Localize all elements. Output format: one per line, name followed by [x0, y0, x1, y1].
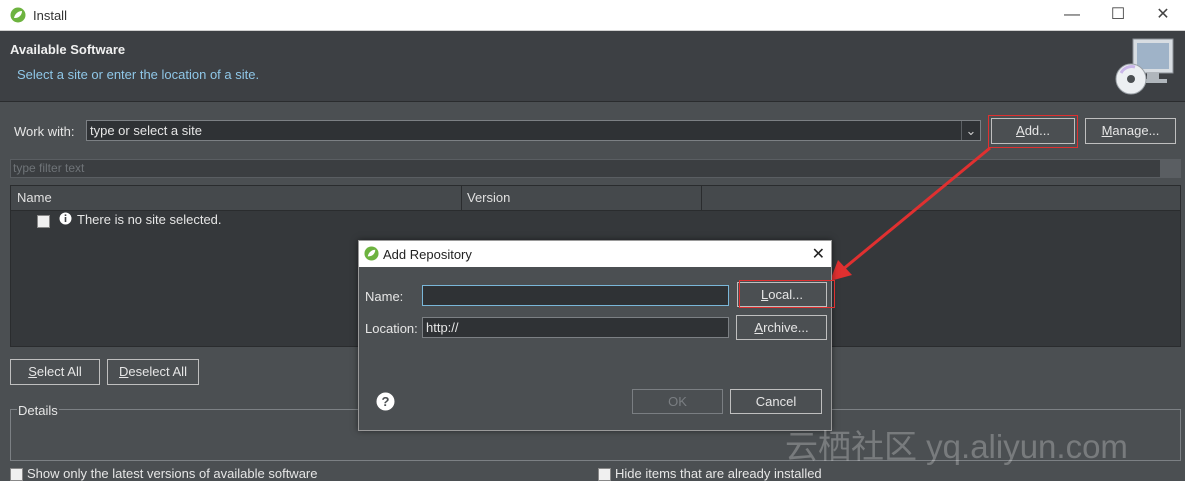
dialog-title: Add Repository	[383, 247, 472, 262]
name-label: Name:	[365, 289, 404, 304]
dialog-close-button[interactable]: ✕	[812, 244, 825, 264]
location-input[interactable]: http://	[422, 317, 729, 338]
help-icon[interactable]: ?	[376, 392, 395, 411]
help-glyph: ?	[382, 394, 390, 409]
archive-button[interactable]: Archive...	[736, 315, 827, 340]
spring-leaf-icon	[364, 246, 379, 261]
add-repository-dialog: Add Repository ✕ Name: Local... Location…	[358, 240, 835, 431]
ok-button[interactable]: OK	[632, 389, 723, 414]
watermark: 云栖社区 yq.aliyun.com	[785, 428, 1128, 465]
dialog-titlebar: Add Repository ✕	[359, 241, 831, 267]
location-label: Location:	[365, 321, 418, 336]
cancel-button[interactable]: Cancel	[730, 389, 822, 414]
local-button-highlight	[739, 280, 835, 308]
name-input[interactable]	[422, 285, 729, 306]
